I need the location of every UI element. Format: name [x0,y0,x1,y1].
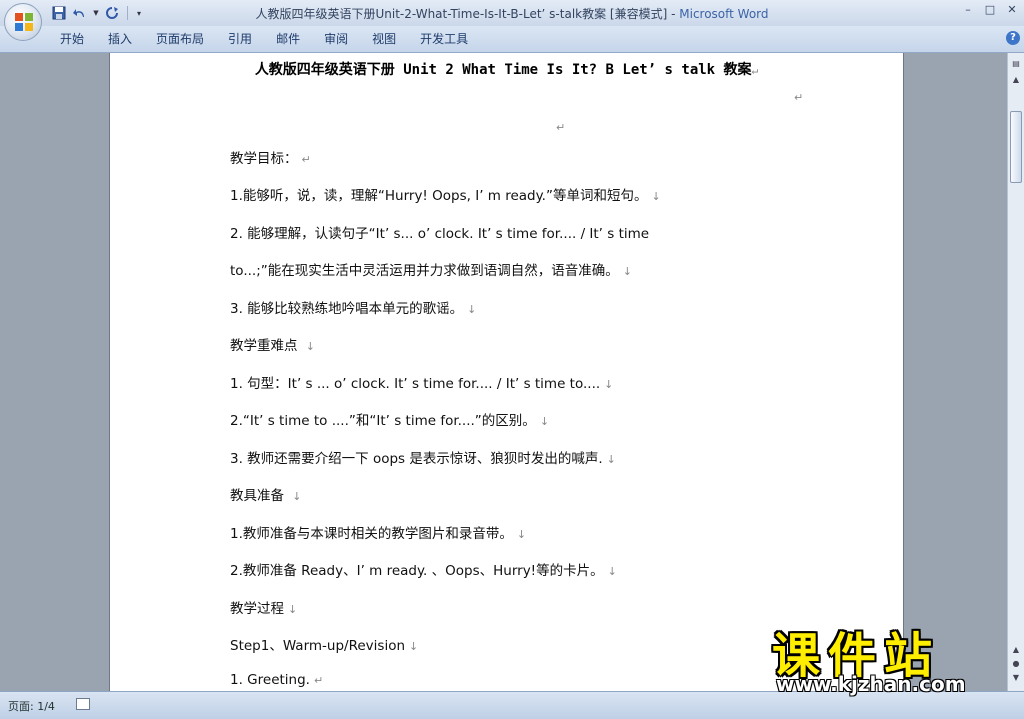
next-page-icon[interactable]: ▼ [1009,671,1023,685]
minimize-button[interactable]: – [960,2,976,16]
title-bar: ▼ ▾ 人教版四年级英语下册Unit-2-What-Time-Is-It-B-L… [0,0,1024,26]
paragraph-mark: ↵ [794,91,804,104]
doc-line: 1.能够听，说，读，理解“Hurry! Oops, I’ m ready.”等单… [230,188,661,204]
tab-home[interactable]: 开始 [48,26,96,52]
close-button[interactable]: ✕ [1004,2,1020,16]
doc-line: 2. 能够理解，认读句子“It’ s... o’ clock. It’ s ti… [230,226,650,242]
watermark-logo: 课件站 www.kjzhan.com [772,616,1008,696]
tab-references[interactable]: 引用 [216,26,264,52]
ribbon-tabs: 开始 插入 页面布局 引用 邮件 审阅 视图 开发工具 [48,26,480,52]
window-title: 人教版四年级英语下册Unit-2-What-Time-Is-It-B-Let’ … [0,5,1024,22]
doc-line: Step1、Warm-up/Revision ↓ [230,638,419,654]
document-title-text: 人教版四年级英语下册 Unit 2 What Time Is It? B Let… [254,62,752,78]
help-icon[interactable]: ? [1006,31,1020,45]
tab-developer[interactable]: 开发工具 [408,26,480,52]
doc-line: 1. Greeting. ↵ [230,672,324,688]
document-filename: 人教版四年级英语下册Unit-2-What-Time-Is-It-B-Let’ … [255,7,680,21]
doc-line: 教学过程 ↓ [230,601,298,617]
doc-line: 教学重难点 ↓ [230,338,316,354]
doc-line: 2.教师准备 Ready、I’ m ready. 、Oops、Hurry!等的卡… [230,563,617,579]
restore-button[interactable]: □ [982,2,998,16]
browse-object-icon[interactable]: ● [1009,657,1023,671]
vertical-scrollbar[interactable]: ▤ ▲ ▲ ● ▼ [1007,53,1024,691]
scrollbar-thumb[interactable] [1010,111,1022,183]
doc-line: 教具准备 ↓ [230,488,302,504]
doc-line: 1.教师准备与本课时相关的教学图片和录音带。 ↓ [230,526,527,542]
ribbon: 开始 插入 页面布局 引用 邮件 审阅 视图 开发工具 ? [0,26,1024,53]
paragraph-mark: ↵ [556,121,566,134]
app-name: Microsoft Word [679,7,769,21]
doc-line: 3. 教师还需要介绍一下 oops 是表示惊讶、狼狈时发出的喊声. ↓ [230,451,616,467]
doc-line: 2.“It’ s time to ....”和“It’ s time for..… [230,413,550,429]
doc-line: 教学目标： ↵ [230,151,311,167]
proofing-icon[interactable] [76,698,90,710]
paragraph-mark: ↵ [751,64,759,77]
tab-insert[interactable]: 插入 [96,26,144,52]
doc-line: 1. 句型：It’ s ... o’ clock. It’ s time for… [230,376,614,392]
office-button[interactable] [4,3,42,41]
watermark-url: www.kjzhan.com [776,672,966,696]
document-page[interactable]: 人教版四年级英语下册 Unit 2 What Time Is It? B Let… [110,53,903,691]
tab-page-layout[interactable]: 页面布局 [144,26,216,52]
document-title: 人教版四年级英语下册 Unit 2 What Time Is It? B Let… [110,59,903,79]
office-logo-icon [15,13,33,31]
tab-mailings[interactable]: 邮件 [264,26,312,52]
window-controls: – □ ✕ [960,2,1020,16]
doc-line: to...;”能在现实生活中灵活运用并力求做到语调自然，语音准确。 ↓ [230,263,632,279]
page-indicator[interactable]: 页面: 1/4 [8,698,55,714]
ruler-toggle-icon[interactable]: ▤ [1009,57,1023,71]
tab-view[interactable]: 视图 [360,26,408,52]
doc-line: 3. 能够比较熟练地吟唱本单元的歌谣。 ↓ [230,301,477,317]
document-workspace: 人教版四年级英语下册 Unit 2 What Time Is It? B Let… [0,53,1007,691]
previous-page-icon[interactable]: ▲ [1009,643,1023,657]
tab-review[interactable]: 审阅 [312,26,360,52]
scroll-up-icon[interactable]: ▲ [1009,73,1023,87]
